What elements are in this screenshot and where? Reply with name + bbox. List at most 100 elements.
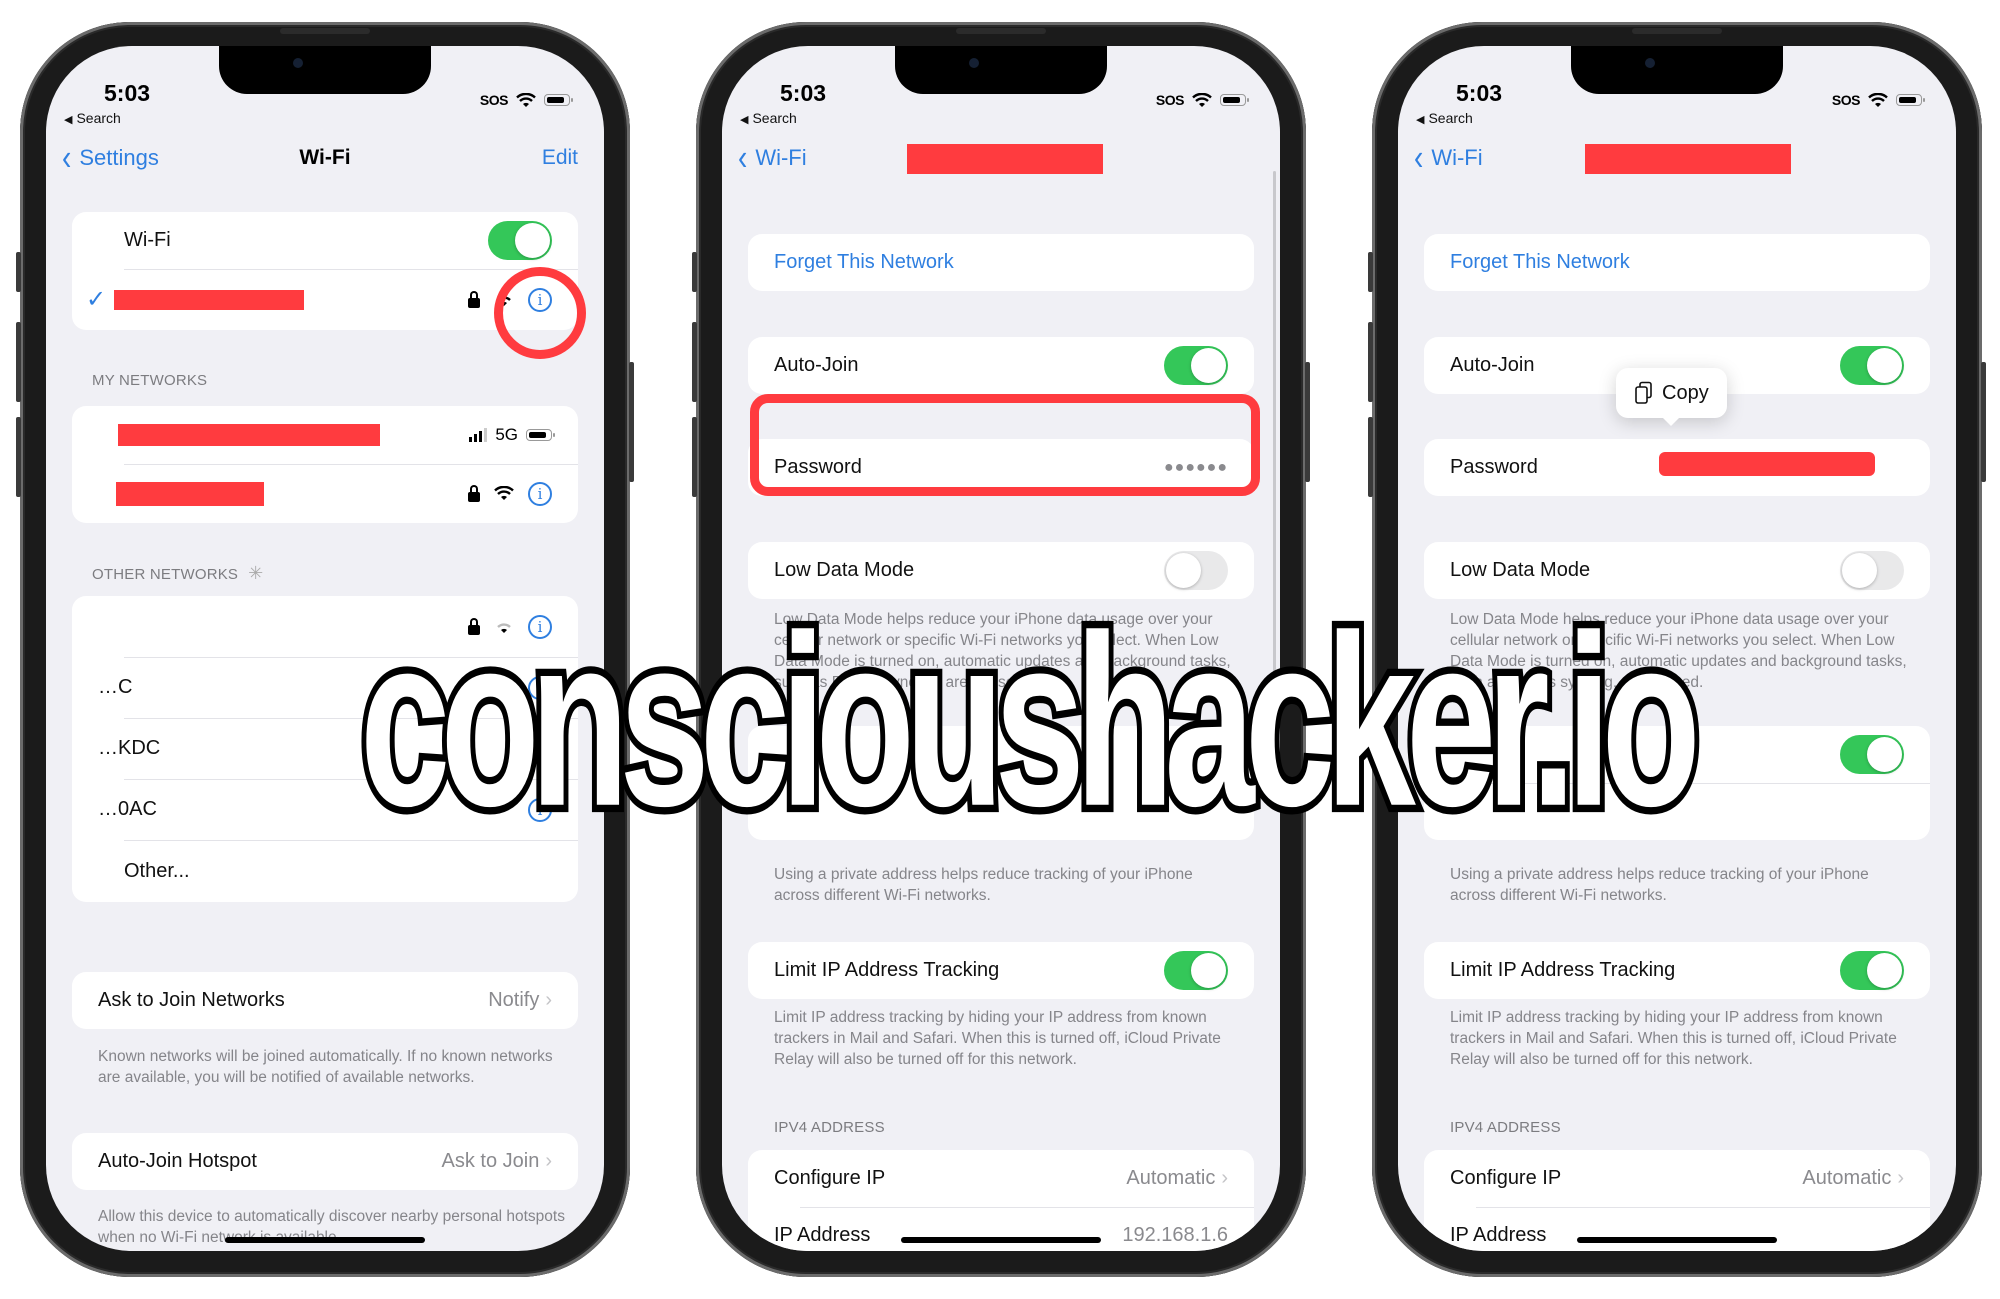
hotspot-battery-icon [526,429,555,441]
nav-bar: ‹ Settings Wi-Fi Edit [46,139,604,178]
edit-button[interactable]: Edit [542,146,578,170]
auto-join-label: Auto-Join [1450,354,1535,376]
forget-label: Forget This Network [1450,251,1630,273]
annotation-box-password [750,394,1260,496]
limit-ip-footer: Limit IP address tracking by hiding your… [1450,1009,1897,1068]
volume-up-button [16,322,21,402]
auto-join-hotspot-group: Auto-Join Hotspot Ask to Join › [72,1133,578,1190]
status-icons: SOS [1156,92,1249,108]
auto-join-toggle[interactable] [1840,346,1904,385]
back-app-label: Search [1428,110,1473,126]
info-icon[interactable]: i [528,481,552,506]
auto-join-toggle[interactable] [1164,346,1228,385]
ip-address-label: IP Address [1450,1224,1547,1246]
low-data-toggle[interactable] [1164,551,1228,590]
private-address-footer: Using a private address helps reduce tra… [774,866,1193,904]
ipv4-group: Configure IP Automatic › IP Address 192.1… [748,1150,1254,1251]
network-name: …C [98,676,133,698]
limit-ip-toggle[interactable] [1164,951,1228,990]
ipv4-group: Configure IP Automatic › IP Address [1424,1150,1930,1251]
network-name: …KDC [98,737,161,759]
camera [1645,58,1655,68]
configure-ip-value: Automatic [1802,1167,1892,1189]
ip-address-value: 192.168.1.6 [1122,1224,1228,1246]
back-app-label: Search [76,110,121,126]
speaker [956,28,1046,34]
battery-icon [544,94,573,106]
configure-ip-label: Configure IP [1450,1167,1562,1189]
status-time: 5:03 [780,80,827,106]
annotation-circle-info [494,267,586,359]
chevron-left-icon: ‹ [1414,137,1424,178]
other-networks-header: OTHER NETWORKS ✳ [92,563,263,584]
limit-ip-row: Limit IP Address Tracking [748,942,1254,999]
ask-to-join-footer: Known networks will be joined automatica… [98,1048,553,1086]
auto-join-hotspot-label: Auto-Join Hotspot [98,1150,257,1172]
back-label: Wi-Fi [755,145,807,170]
back-to-wifi-button[interactable]: ‹ Wi-Fi [1414,139,1483,175]
auto-join-hotspot-value: Ask to Join [441,1150,540,1172]
cellular-signal-icon [469,428,488,442]
page-title: Wi-Fi [299,146,351,169]
camera [293,58,303,68]
back-triangle-icon: ◀ [740,114,749,126]
status-icons: SOS [480,92,573,108]
wifi-toggle-row: Wi-Fi [72,212,578,269]
chevron-right-icon: › [545,989,552,1011]
wifi-status-icon [1192,92,1212,107]
ask-to-join-row[interactable]: Ask to Join Networks Notify › [72,972,578,1029]
copy-icon [1635,381,1652,404]
volume-down-button [1368,417,1373,497]
other-networks-label: OTHER NETWORKS [92,566,239,583]
my-network-row[interactable]: 5G [72,406,578,464]
speaker [280,28,370,34]
forget-group: Forget This Network [1424,234,1930,291]
password-row[interactable]: Password [1424,439,1930,496]
nav-bar: ‹ Wi-Fi [1398,139,1956,178]
forget-label: Forget This Network [774,251,954,273]
ask-to-join-label: Ask to Join Networks [98,989,285,1011]
back-to-wifi-button[interactable]: ‹ Wi-Fi [738,139,807,175]
home-indicator [225,1237,425,1243]
battery-icon [1220,94,1249,106]
redacted-network-title [907,144,1103,174]
ask-to-join-group: Ask to Join Networks Notify › [72,972,578,1029]
wifi-toggle[interactable] [488,221,552,260]
volume-down-button [16,417,21,497]
redacted-network-name [118,424,380,446]
redacted-network-title [1585,144,1791,174]
network-type-badge: 5G [495,425,518,444]
lock-icon [468,484,480,502]
configure-ip-row[interactable]: Configure IP Automatic › [1424,1150,1930,1207]
configure-ip-value: Automatic [1126,1167,1216,1189]
volume-up-button [692,322,697,402]
chevron-right-icon: › [1897,1167,1904,1189]
configure-ip-label: Configure IP [774,1167,886,1189]
my-network-row[interactable]: i [72,464,578,523]
loading-spinner-icon: ✳ [248,563,264,583]
back-to-search[interactable]: ◀ Search [740,110,797,126]
configure-ip-row[interactable]: Configure IP Automatic › [748,1150,1254,1207]
ip-address-row: IP Address 192.168.1.6 [748,1207,1254,1251]
back-label: Wi-Fi [1431,145,1483,170]
back-triangle-icon: ◀ [1416,114,1425,126]
private-address-toggle[interactable] [1840,735,1904,774]
back-to-search[interactable]: ◀ Search [64,110,121,126]
notch [1571,46,1783,94]
auto-join-hotspot-row[interactable]: Auto-Join Hotspot Ask to Join › [72,1133,578,1190]
back-to-search[interactable]: ◀ Search [1416,110,1473,126]
limit-ip-group: Limit IP Address Tracking [748,942,1254,999]
my-networks-group: 5G i [72,406,578,523]
camera [969,58,979,68]
low-data-toggle[interactable] [1840,551,1904,590]
side-button [1981,362,1986,482]
side-button [1305,362,1310,482]
chevron-right-icon: › [1221,1167,1228,1189]
low-data-label: Low Data Mode [774,559,915,581]
low-data-label: Low Data Mode [1450,559,1591,581]
forget-network-button[interactable]: Forget This Network [748,234,1254,291]
mute-switch [692,252,697,292]
limit-ip-toggle[interactable] [1840,951,1904,990]
copy-popover[interactable]: Copy [1616,368,1727,426]
forget-network-button[interactable]: Forget This Network [1424,234,1930,291]
